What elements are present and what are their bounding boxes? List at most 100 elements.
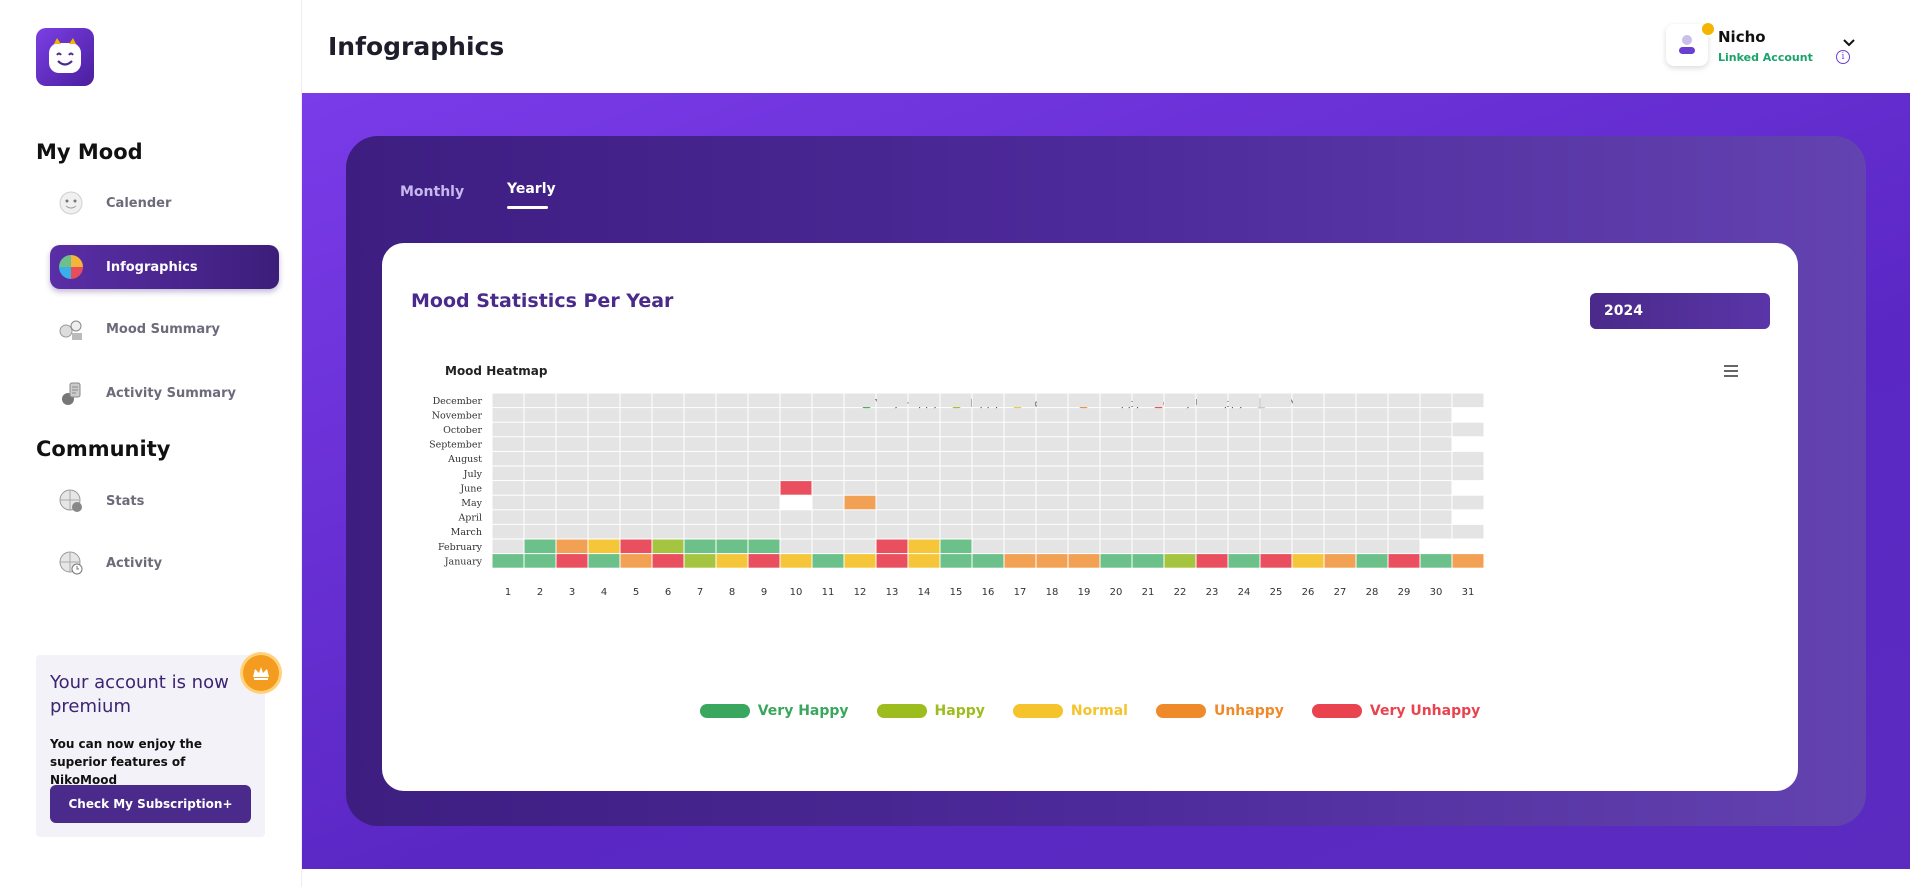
heatmap-cell[interactable] xyxy=(1260,510,1292,524)
heatmap-cell[interactable] xyxy=(1036,422,1068,437)
heatmap-cell[interactable] xyxy=(1356,393,1388,408)
heatmap-cell[interactable] xyxy=(588,510,620,524)
heatmap-cell[interactable] xyxy=(1420,524,1452,539)
heatmap-cell[interactable] xyxy=(1324,554,1356,568)
heatmap-cell[interactable] xyxy=(620,510,652,524)
heatmap-cell[interactable] xyxy=(1260,422,1292,437)
heatmap-cell[interactable] xyxy=(812,524,844,539)
heatmap-cell[interactable] xyxy=(940,451,972,466)
heatmap-cell[interactable] xyxy=(588,524,620,539)
heatmap-cell[interactable] xyxy=(620,539,652,554)
heatmap-cell[interactable] xyxy=(1132,422,1164,437)
heatmap-cell[interactable] xyxy=(1004,408,1036,422)
heatmap-cell[interactable] xyxy=(1164,437,1196,451)
heatmap-cell[interactable] xyxy=(492,554,524,568)
heatmap-cell[interactable] xyxy=(620,466,652,481)
heatmap-cell[interactable] xyxy=(972,393,1004,408)
heatmap-cell[interactable] xyxy=(780,437,812,451)
heatmap-cell[interactable] xyxy=(876,510,908,524)
heatmap-cell[interactable] xyxy=(1004,495,1036,510)
heatmap-cell[interactable] xyxy=(972,451,1004,466)
heatmap-cell[interactable] xyxy=(1132,481,1164,495)
heatmap-cell[interactable] xyxy=(1036,510,1068,524)
heatmap-cell[interactable] xyxy=(716,451,748,466)
heatmap-cell[interactable] xyxy=(1356,408,1388,422)
heatmap-cell[interactable] xyxy=(652,495,684,510)
heatmap-cell[interactable] xyxy=(1068,437,1100,451)
heatmap-cell[interactable] xyxy=(780,510,812,524)
heatmap-cell[interactable] xyxy=(940,524,972,539)
heatmap-cell[interactable] xyxy=(556,466,588,481)
heatmap-cell[interactable] xyxy=(1388,524,1420,539)
heatmap-cell[interactable] xyxy=(1356,422,1388,437)
heatmap-cell[interactable] xyxy=(972,437,1004,451)
heatmap-cell[interactable] xyxy=(748,495,780,510)
heatmap-cell[interactable] xyxy=(1196,437,1228,451)
heatmap-cell[interactable] xyxy=(684,554,716,568)
heatmap-cell[interactable] xyxy=(620,437,652,451)
heatmap-cell[interactable] xyxy=(908,554,940,568)
heatmap-cell[interactable] xyxy=(524,495,556,510)
heatmap-cell[interactable] xyxy=(684,422,716,437)
heatmap-cell[interactable] xyxy=(1388,466,1420,481)
heatmap-cell[interactable] xyxy=(1036,524,1068,539)
heatmap-cell[interactable] xyxy=(1100,539,1132,554)
heatmap-cell[interactable] xyxy=(492,510,524,524)
heatmap-cell[interactable] xyxy=(1036,408,1068,422)
heatmap-cell[interactable] xyxy=(524,437,556,451)
heatmap-cell[interactable] xyxy=(780,481,812,495)
heatmap-cell[interactable] xyxy=(620,524,652,539)
heatmap-cell[interactable] xyxy=(844,481,876,495)
heatmap-cell[interactable] xyxy=(492,466,524,481)
heatmap-cell[interactable] xyxy=(1388,408,1420,422)
heatmap-cell[interactable] xyxy=(1260,393,1292,408)
heatmap-cell[interactable] xyxy=(1036,466,1068,481)
heatmap-cell[interactable] xyxy=(1036,393,1068,408)
heatmap-cell[interactable] xyxy=(812,554,844,568)
heatmap-cell[interactable] xyxy=(1420,481,1452,495)
heatmap-cell[interactable] xyxy=(556,393,588,408)
heatmap-cell[interactable] xyxy=(1036,451,1068,466)
heatmap-cell[interactable] xyxy=(1004,539,1036,554)
heatmap-cell[interactable] xyxy=(1356,451,1388,466)
heatmap-cell[interactable] xyxy=(1420,510,1452,524)
heatmap-cell[interactable] xyxy=(1420,422,1452,437)
heatmap-cell[interactable] xyxy=(1228,481,1260,495)
heatmap-cell[interactable] xyxy=(716,422,748,437)
heatmap-cell[interactable] xyxy=(748,466,780,481)
heatmap-cell[interactable] xyxy=(1164,466,1196,481)
heatmap-cell[interactable] xyxy=(620,495,652,510)
heatmap-cell[interactable] xyxy=(780,466,812,481)
heatmap-cell[interactable] xyxy=(492,481,524,495)
heatmap-cell[interactable] xyxy=(1164,451,1196,466)
heatmap-cell[interactable] xyxy=(1324,437,1356,451)
heatmap-cell[interactable] xyxy=(1356,495,1388,510)
heatmap-cell[interactable] xyxy=(1036,539,1068,554)
heatmap-cell[interactable] xyxy=(1324,539,1356,554)
heatmap-cell[interactable] xyxy=(876,524,908,539)
heatmap-cell[interactable] xyxy=(1420,554,1452,568)
heatmap-cell[interactable] xyxy=(684,510,716,524)
heatmap-cell[interactable] xyxy=(1260,451,1292,466)
heatmap-cell[interactable] xyxy=(1292,437,1324,451)
heatmap-cell[interactable] xyxy=(748,510,780,524)
heatmap-cell[interactable] xyxy=(844,466,876,481)
heatmap-cell[interactable] xyxy=(940,481,972,495)
heatmap-cell[interactable] xyxy=(1388,481,1420,495)
heatmap-cell[interactable] xyxy=(684,451,716,466)
heatmap-cell[interactable] xyxy=(1324,481,1356,495)
heatmap-cell[interactable] xyxy=(1068,539,1100,554)
sidebar-item-activity-summary[interactable]: Activity Summary xyxy=(50,371,279,415)
heatmap-cell[interactable] xyxy=(588,539,620,554)
heatmap-cell[interactable] xyxy=(876,466,908,481)
heatmap-cell[interactable] xyxy=(844,437,876,451)
heatmap-cell[interactable] xyxy=(524,408,556,422)
heatmap-cell[interactable] xyxy=(684,481,716,495)
heatmap-cell[interactable] xyxy=(748,408,780,422)
heatmap-cell[interactable] xyxy=(1452,554,1484,568)
heatmap-cell[interactable] xyxy=(684,408,716,422)
heatmap-cell[interactable] xyxy=(716,481,748,495)
heatmap-cell[interactable] xyxy=(588,437,620,451)
heatmap-cell[interactable] xyxy=(1196,495,1228,510)
heatmap-cell[interactable] xyxy=(972,524,1004,539)
